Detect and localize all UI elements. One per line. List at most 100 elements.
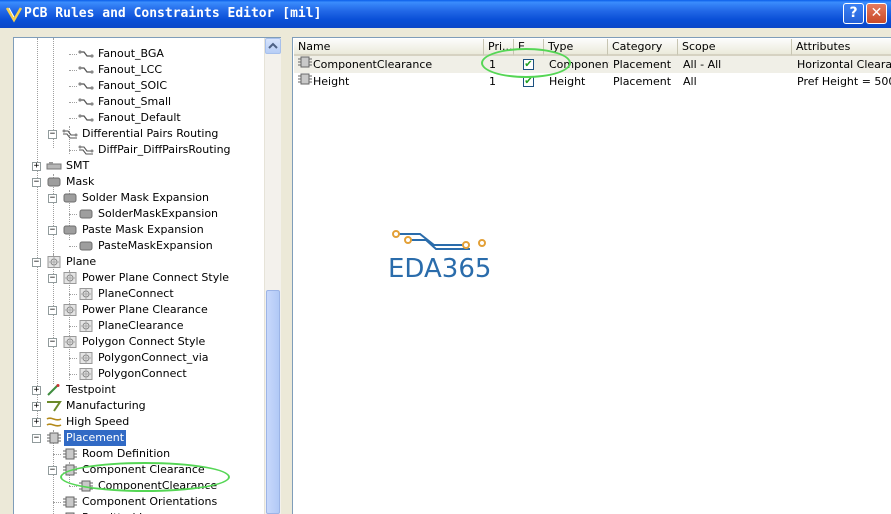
highspeed-icon <box>46 416 62 428</box>
collapse-icon[interactable]: − <box>32 258 41 267</box>
help-button[interactable]: ? <box>843 3 864 24</box>
tree-item[interactable]: Differential Pairs Routing <box>62 126 220 142</box>
tree-guide-line <box>69 374 77 375</box>
tree-item[interactable]: Permitted Layers <box>62 510 177 514</box>
tree-item-label: Fanout_LCC <box>98 63 163 76</box>
tree-item[interactable]: Solder Mask Expansion <box>62 190 211 206</box>
mask-icon <box>62 192 78 204</box>
tree-item[interactable]: DiffPair_DiffPairsRouting <box>78 142 233 158</box>
tree-item[interactable]: Component Clearance <box>62 462 207 478</box>
tree-item[interactable]: Paste Mask Expansion <box>62 222 206 238</box>
tree-guide-line <box>37 38 38 418</box>
tree-item-label: Polygon Connect Style <box>82 335 206 348</box>
rule-leaf-icon <box>78 64 94 76</box>
cell-name: ComponentClearance <box>313 58 433 71</box>
tree-item[interactable]: PolygonConnect <box>78 366 189 382</box>
collapse-icon[interactable]: − <box>32 434 41 443</box>
collapse-icon[interactable]: − <box>32 178 41 187</box>
collapse-icon[interactable]: − <box>48 466 57 475</box>
collapse-icon[interactable]: − <box>48 226 57 235</box>
cell-category: Placement <box>613 75 672 88</box>
tree-item[interactable]: Fanout_SOIC <box>78 78 169 94</box>
table-row[interactable]: Height 1 ✔ Height Placement All Pref Height = … <box>294 73 891 90</box>
cell-name: Height <box>313 75 350 88</box>
collapse-icon[interactable]: − <box>48 130 57 139</box>
testpoint-icon <box>46 384 62 396</box>
column-header[interactable]: E... <box>514 39 544 56</box>
tree-item[interactable]: Plane <box>46 254 98 270</box>
column-header[interactable]: Name <box>294 39 484 56</box>
chevron-up-icon <box>268 42 278 49</box>
scroll-up-button[interactable] <box>265 38 281 54</box>
tree-item[interactable]: PlaneClearance <box>78 318 185 334</box>
tree-item-label: Room Definition <box>82 447 171 460</box>
enabled-checkbox[interactable]: ✔ <box>523 76 534 87</box>
rule-tree[interactable]: Fanout_BGA Fanout_LCC Fanout_SOIC Fanout_Sm… <box>13 37 281 514</box>
tree-item[interactable]: Mask <box>46 174 96 190</box>
tree-item[interactable]: Power Plane Connect Style <box>62 270 231 286</box>
tree-item-label: Permitted Layers <box>80 510 177 514</box>
tree-item[interactable]: Placement <box>46 430 127 446</box>
tree-item[interactable]: High Speed <box>46 414 131 430</box>
tree-item[interactable]: Power Plane Clearance <box>62 302 210 318</box>
column-header[interactable]: Scope <box>678 39 792 56</box>
column-header[interactable]: Pri... <box>484 39 514 56</box>
column-header[interactable]: Type <box>544 39 608 56</box>
plane-icon <box>62 272 78 284</box>
tree-item-label: Power Plane Connect Style <box>82 271 230 284</box>
tree-item-label: Fanout_Small <box>98 95 172 108</box>
collapse-icon[interactable]: − <box>48 306 57 315</box>
tree-item[interactable]: PolygonConnect_via <box>78 350 211 366</box>
tree-item-label: SolderMaskExpansion <box>98 207 219 220</box>
tree-item[interactable]: Fanout_Default <box>78 110 183 126</box>
collapse-icon[interactable]: − <box>48 274 57 283</box>
tree-item[interactable]: PasteMaskExpansion <box>78 238 215 254</box>
cell-priority: 1 <box>489 58 496 71</box>
expand-icon[interactable]: + <box>32 402 41 411</box>
tree-guide-line <box>69 246 77 247</box>
placement-icon <box>46 432 62 444</box>
tree-item[interactable]: ComponentClearance <box>78 478 219 494</box>
tree-item[interactable]: Fanout_BGA <box>78 46 166 62</box>
tree-item[interactable]: Fanout_LCC <box>78 62 164 78</box>
column-header[interactable]: Attributes <box>792 39 891 56</box>
enabled-checkbox[interactable]: ✔ <box>523 59 534 70</box>
expand-icon[interactable]: + <box>32 418 41 427</box>
column-header[interactable]: Category <box>608 39 678 56</box>
table-row[interactable]: ComponentClearance 1 ✔ Component C Placement… <box>294 56 891 73</box>
smt-icon <box>46 160 62 172</box>
close-button[interactable]: ✕ <box>866 3 887 24</box>
tree-item[interactable]: Fanout_Small <box>78 94 173 110</box>
tree-item[interactable]: Component Orientations <box>62 494 219 510</box>
tree-item-label: Solder Mask Expansion <box>82 191 210 204</box>
tree-item[interactable]: Polygon Connect Style <box>62 334 207 350</box>
expand-icon[interactable]: + <box>32 386 41 395</box>
rule-leaf-icon <box>78 80 94 92</box>
tree-item-label: Placement <box>64 430 127 446</box>
collapse-icon[interactable]: − <box>48 338 57 347</box>
tree-guide-line <box>53 502 61 503</box>
tree-item[interactable]: SMT <box>46 158 91 174</box>
tree-item-label: Testpoint <box>66 383 116 396</box>
tree-item[interactable]: Room Definition <box>62 446 172 462</box>
tree-item[interactable]: Testpoint <box>46 382 118 398</box>
expand-icon[interactable]: + <box>32 162 41 171</box>
scroll-thumb[interactable] <box>266 290 280 514</box>
tree-scrollbar[interactable] <box>264 38 281 514</box>
tree-item[interactable]: PlaneConnect <box>78 286 176 302</box>
rule-leaf-icon <box>78 96 94 108</box>
placement-icon <box>62 464 78 476</box>
plane-icon <box>78 368 94 380</box>
tree-guide-line <box>69 326 77 327</box>
manufacturing-icon <box>46 400 62 412</box>
cell-type: Height <box>549 75 586 88</box>
tree-item[interactable]: SolderMaskExpansion <box>78 206 220 222</box>
title-bar[interactable]: PCB Rules and Constraints Editor [mil] ?… <box>0 0 891 28</box>
tree-item[interactable]: Manufacturing <box>46 398 148 414</box>
tree-item-label: PolygonConnect_via <box>98 351 209 364</box>
tree-item-label: SMT <box>66 159 90 172</box>
collapse-icon[interactable]: − <box>48 194 57 203</box>
rule-leaf-icon <box>78 112 94 124</box>
tree-guide-line <box>69 150 77 151</box>
cell-attributes: Pref Height = 500 <box>797 75 891 88</box>
